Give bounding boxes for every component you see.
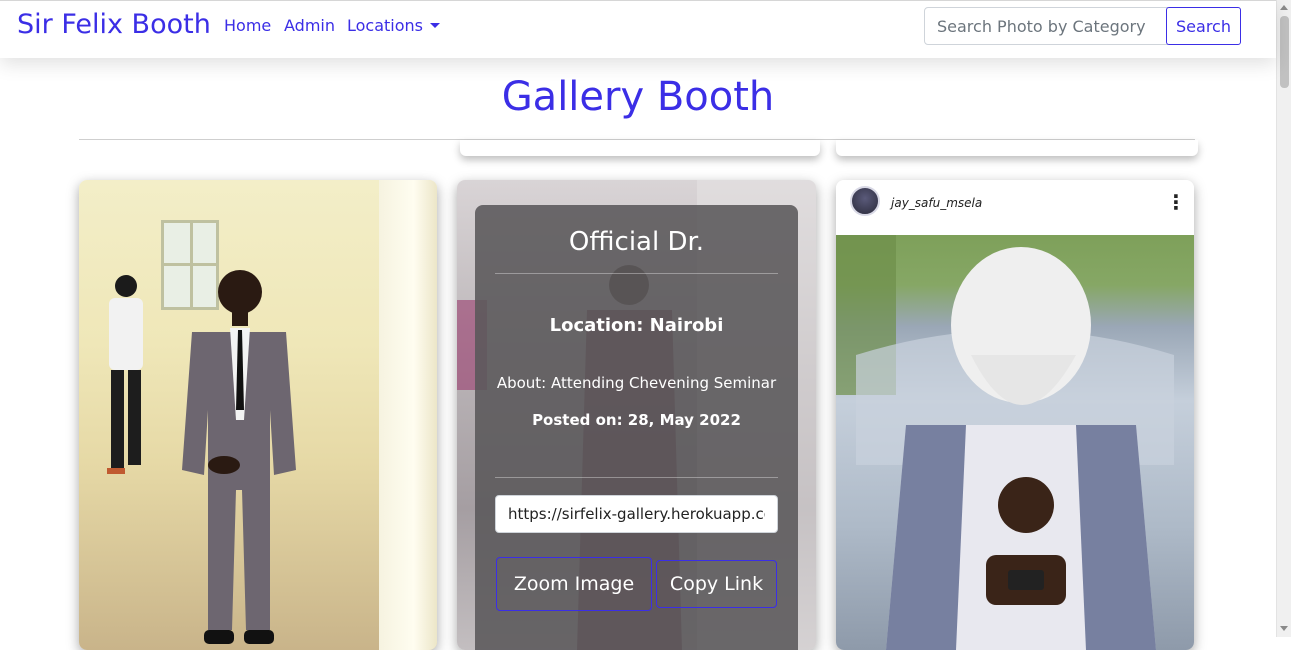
scroll-up-icon[interactable]	[1280, 5, 1288, 10]
post-header: jay_safu_msela ⋮	[836, 180, 1194, 235]
image-link-field[interactable]	[495, 495, 778, 533]
nav-home-link[interactable]: Home	[224, 16, 271, 35]
more-vertical-icon: ⋮	[1166, 190, 1186, 214]
background-person-figure	[107, 275, 143, 474]
scroll-thumb[interactable]	[1280, 16, 1289, 88]
divider	[495, 273, 778, 274]
image-title: Official Dr.	[568, 227, 705, 257]
scrollbar[interactable]	[1276, 0, 1291, 637]
image-posted-date: Posted on: 28, May 2022	[532, 411, 741, 429]
zoom-image-button[interactable]: Zoom Image	[496, 557, 652, 611]
page-title: Gallery Booth	[501, 74, 775, 120]
portrait-photo[interactable]	[79, 180, 437, 650]
partial-card	[460, 140, 820, 156]
car-photo[interactable]	[836, 235, 1194, 650]
person-with-phone-figure	[836, 235, 1174, 650]
nav-locations-label: Locations	[347, 16, 424, 35]
search-button[interactable]: Search	[1166, 7, 1241, 45]
person-figure	[182, 270, 296, 644]
pillar-shape	[379, 180, 437, 650]
image-about: About: Attending Chevening Seminar	[496, 374, 777, 392]
brand-link[interactable]: Sir Felix Booth	[17, 9, 211, 40]
gallery-card[interactable]: Official Dr. Location: Nairobi About: At…	[457, 180, 816, 650]
navbar: Sir Felix Booth Home Admin Locations Sea…	[0, 0, 1276, 58]
gallery-card[interactable]: jay_safu_msela ⋮	[836, 180, 1194, 650]
divider	[495, 477, 778, 478]
details-overlay: Official Dr. Location: Nairobi About: At…	[475, 205, 798, 650]
chevron-down-icon	[430, 23, 441, 28]
image-location: Location: Nairobi	[549, 315, 724, 336]
nav-admin-link[interactable]: Admin	[284, 16, 335, 35]
nav-locations-dropdown[interactable]: Locations	[347, 16, 441, 35]
avatar	[850, 186, 880, 216]
gallery-card[interactable]	[79, 180, 437, 650]
search-input[interactable]	[924, 7, 1168, 45]
partial-card	[836, 140, 1198, 156]
copy-link-button[interactable]: Copy Link	[656, 560, 777, 608]
scroll-down-icon[interactable]	[1280, 626, 1288, 631]
post-username: jay_safu_msela	[891, 196, 983, 210]
